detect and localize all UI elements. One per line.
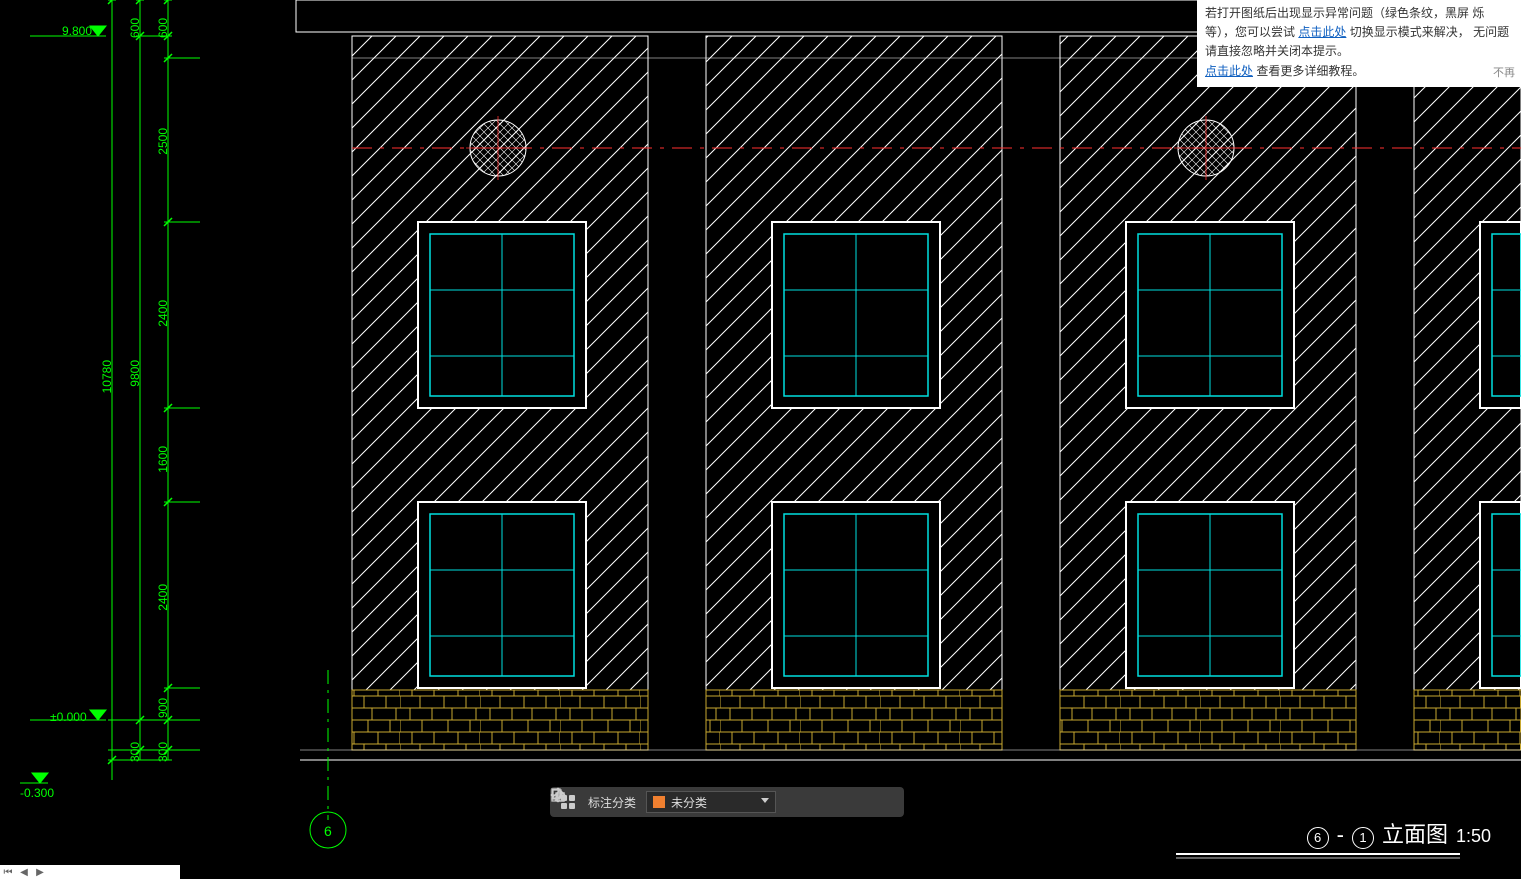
- title-dash: -: [1337, 822, 1344, 848]
- axis-6: 6: [324, 823, 332, 839]
- elev-0: ±0.000: [50, 710, 87, 724]
- title-scale: 1:50: [1456, 826, 1491, 847]
- color-swatch-icon: [653, 796, 665, 808]
- notice-text: 若打开图纸后出现显示异常问题（绿色条纹，黑屏: [1205, 6, 1469, 20]
- dim-2400a: 2400: [156, 300, 170, 327]
- dim-2400b: 2400: [156, 584, 170, 611]
- title-text: 立面图: [1382, 817, 1448, 849]
- category-select[interactable]: 未分类: [646, 791, 776, 813]
- paste-icon[interactable]: [876, 792, 896, 812]
- dim-300b: 300: [156, 742, 170, 762]
- notice-panel: 若打开图纸后出现显示异常问题（绿色条纹，黑屏 烁等），您可以尝试 点击此处 切换…: [1197, 0, 1521, 87]
- notice-link-more[interactable]: 点击此处: [1205, 64, 1253, 78]
- notice-link-switch[interactable]: 点击此处: [1298, 25, 1346, 39]
- tab-prev-icon[interactable]: ◀: [16, 865, 32, 879]
- toolbar-label: 标注分类: [588, 794, 636, 811]
- elev-m03: -0.300: [20, 786, 54, 800]
- title-num-b: 1: [1352, 827, 1374, 849]
- drawing-title: 6 - 1 立面图 1:50: [1307, 817, 1491, 849]
- elev-9800: 9.800: [62, 24, 92, 38]
- notice-dismiss[interactable]: 不再: [1493, 65, 1515, 83]
- notice-text: 查看更多详细教程。: [1256, 64, 1364, 78]
- dim-600b: 600: [156, 18, 170, 38]
- category-value: 未分类: [671, 794, 707, 811]
- tab-next-icon[interactable]: ▶: [32, 865, 48, 879]
- dim-1600: 1600: [156, 446, 170, 473]
- dim-10780: 10780: [100, 360, 114, 393]
- move-icon[interactable]: [816, 792, 836, 812]
- tab-first-icon[interactable]: ⏮: [0, 865, 16, 879]
- dim-300a: 300: [128, 742, 142, 762]
- annotation-toolbar: 标注分类 未分类: [550, 787, 904, 817]
- dim-9800b: 9800: [128, 360, 142, 387]
- edit-icon[interactable]: [786, 792, 806, 812]
- dim-2500: 2500: [156, 128, 170, 155]
- title-num-a: 6: [1307, 827, 1329, 849]
- chevron-down-icon: [761, 798, 769, 803]
- notice-text: 切换显示模式来解决，: [1350, 25, 1470, 39]
- layout-tabstrip: ⏮ ◀ ▶: [0, 865, 180, 879]
- copy-icon[interactable]: [846, 792, 866, 812]
- dim-900: 900: [156, 698, 170, 718]
- cad-canvas[interactable]: [0, 0, 1521, 879]
- dim-600a: 600: [128, 18, 142, 38]
